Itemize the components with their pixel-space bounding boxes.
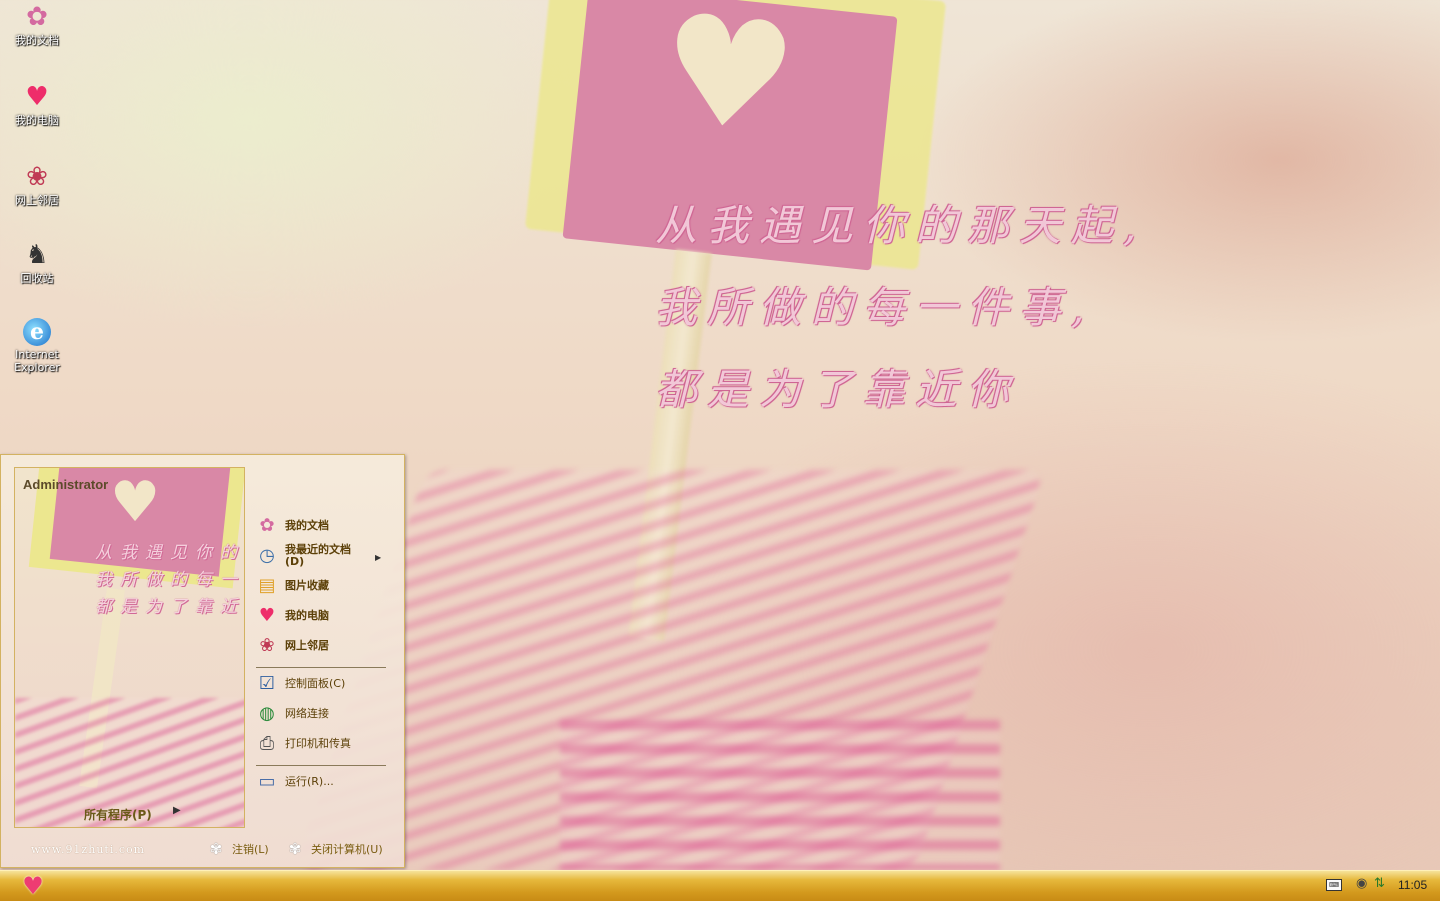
- menu-item-my-pictures[interactable]: ▤ 图片收藏: [255, 573, 395, 599]
- desktop-icon-label: 我的文档: [15, 34, 59, 47]
- menu-item-label: 打印机和传真: [285, 737, 351, 750]
- run-icon: ▭: [258, 771, 276, 792]
- taskbar: ♥ ⌨ ◉ ⇅ 11:05: [0, 870, 1440, 901]
- flower-doc-icon: ✿: [26, 2, 48, 32]
- keyboard-icon[interactable]: ⌨: [1326, 879, 1342, 891]
- menu-separator: [256, 765, 386, 766]
- desktop-icon-label: Internet Explorer: [14, 348, 60, 374]
- menu-item-label: 我最近的文档(D): [285, 543, 351, 568]
- desktop-icon-label: 回收站: [20, 272, 54, 285]
- footer-url: www.91zhuti.com: [31, 843, 146, 856]
- logoff-button[interactable]: ✾ 注销(L): [206, 840, 269, 858]
- wallpaper-poem: 从我遇见你的那天起, 我所做的每一件事, 都是为了靠近你: [655, 185, 1146, 431]
- menu-item-label: 图片收藏: [285, 579, 329, 592]
- desktop-icon-label: 我的电脑: [15, 114, 59, 127]
- mini-heart-icon: ♥: [110, 470, 161, 535]
- mini-poem-line-2: 我所做的每一件事,: [95, 570, 245, 590]
- clock[interactable]: 11:05: [1398, 878, 1427, 892]
- desktop-icon-my-documents[interactable]: ✿ 我的文档: [4, 2, 70, 47]
- all-programs-button[interactable]: 所有程序(P): [84, 806, 152, 823]
- network-icon: ❀: [259, 635, 275, 656]
- desktop-icon-recycle-bin[interactable]: ♞ 回收站: [4, 240, 70, 285]
- desktop-icon-network[interactable]: ❀ 网上邻居: [4, 162, 70, 207]
- menu-item-my-documents[interactable]: ✿ 我的文档: [255, 513, 395, 539]
- globe-icon: ◍: [259, 703, 275, 724]
- menu-item-label: 我的文档: [285, 519, 329, 532]
- start-menu-programs-pane: ♥ 从我遇见你的那天起, 我所做的每一件事, 都是为了靠近你: [14, 467, 245, 828]
- heart-icon: ♥: [22, 872, 44, 900]
- menu-item-network-connections[interactable]: ◍ 网络连接: [255, 701, 395, 727]
- menu-item-label: 网上邻居: [285, 639, 329, 652]
- flower-doc-icon: ✿: [259, 515, 275, 536]
- leaf-icon: ✾: [288, 840, 302, 858]
- poem-line-2: 我所做的每一件事,: [655, 283, 1095, 332]
- menu-item-network[interactable]: ❀ 网上邻居: [255, 633, 395, 659]
- heart-computer-icon: ♥: [258, 605, 276, 626]
- mini-poem-line-1: 从我遇见你的那天起,: [95, 543, 245, 563]
- shutdown-button[interactable]: ✾ 关闭计算机(U): [285, 840, 383, 858]
- network-icon: ❀: [26, 162, 48, 192]
- arrow-right-icon: ▶: [173, 805, 181, 816]
- arrow-right-icon: ▶: [375, 553, 382, 562]
- poem-line-1: 从我遇见你的那天起,: [655, 201, 1147, 250]
- control-panel-icon: ☑: [258, 673, 276, 694]
- menu-item-control-panel[interactable]: ☑ 控制面板(C): [255, 671, 395, 697]
- network-status-icon[interactable]: ⇅: [1374, 876, 1385, 891]
- shutdown-label: 关闭计算机(U): [311, 843, 383, 856]
- start-button[interactable]: ♥: [18, 874, 48, 898]
- wallpaper-heart-icon: ♥: [651, 0, 804, 169]
- recent-docs-icon: ◷: [259, 545, 275, 566]
- menu-separator: [256, 667, 386, 668]
- mini-poem: 从我遇见你的那天起, 我所做的每一件事, 都是为了靠近你: [95, 540, 245, 621]
- desktop-icon-internet-explorer[interactable]: e Internet Explorer: [4, 318, 70, 374]
- menu-item-recent-documents[interactable]: ◷ 我最近的文档(D): [255, 543, 395, 569]
- menu-item-run[interactable]: ▭ 运行(R)...: [255, 769, 395, 795]
- pictures-icon: ▤: [258, 575, 276, 596]
- menu-item-my-computer[interactable]: ♥ 我的电脑: [255, 603, 395, 629]
- menu-item-label: 网络连接: [285, 707, 329, 720]
- user-name: Administrator: [23, 477, 109, 492]
- menu-item-label: 控制面板(C): [285, 677, 346, 690]
- logoff-label: 注销(L): [232, 843, 269, 856]
- poem-line-3: 都是为了靠近你: [655, 365, 1020, 414]
- wallpaper-stripes-lower: [560, 720, 1000, 870]
- desktop-icon-label: 网上邻居: [15, 194, 59, 207]
- mini-poem-line-3: 都是为了靠近你: [95, 597, 245, 617]
- desktop-icon-my-computer[interactable]: ♥ 我的电脑: [4, 82, 70, 127]
- heart-computer-icon: ♥: [25, 82, 49, 112]
- menu-item-label: 我的电脑: [285, 609, 329, 622]
- printer-icon: ⎙: [259, 733, 275, 754]
- leaf-icon: ✾: [209, 840, 223, 858]
- menu-item-printers[interactable]: ⎙ 打印机和传真: [255, 731, 395, 757]
- cow-recycle-icon: ♞: [25, 240, 49, 270]
- volume-icon[interactable]: ◉: [1356, 876, 1367, 891]
- menu-item-label: 运行(R)...: [285, 775, 334, 788]
- ie-icon: e: [23, 318, 51, 346]
